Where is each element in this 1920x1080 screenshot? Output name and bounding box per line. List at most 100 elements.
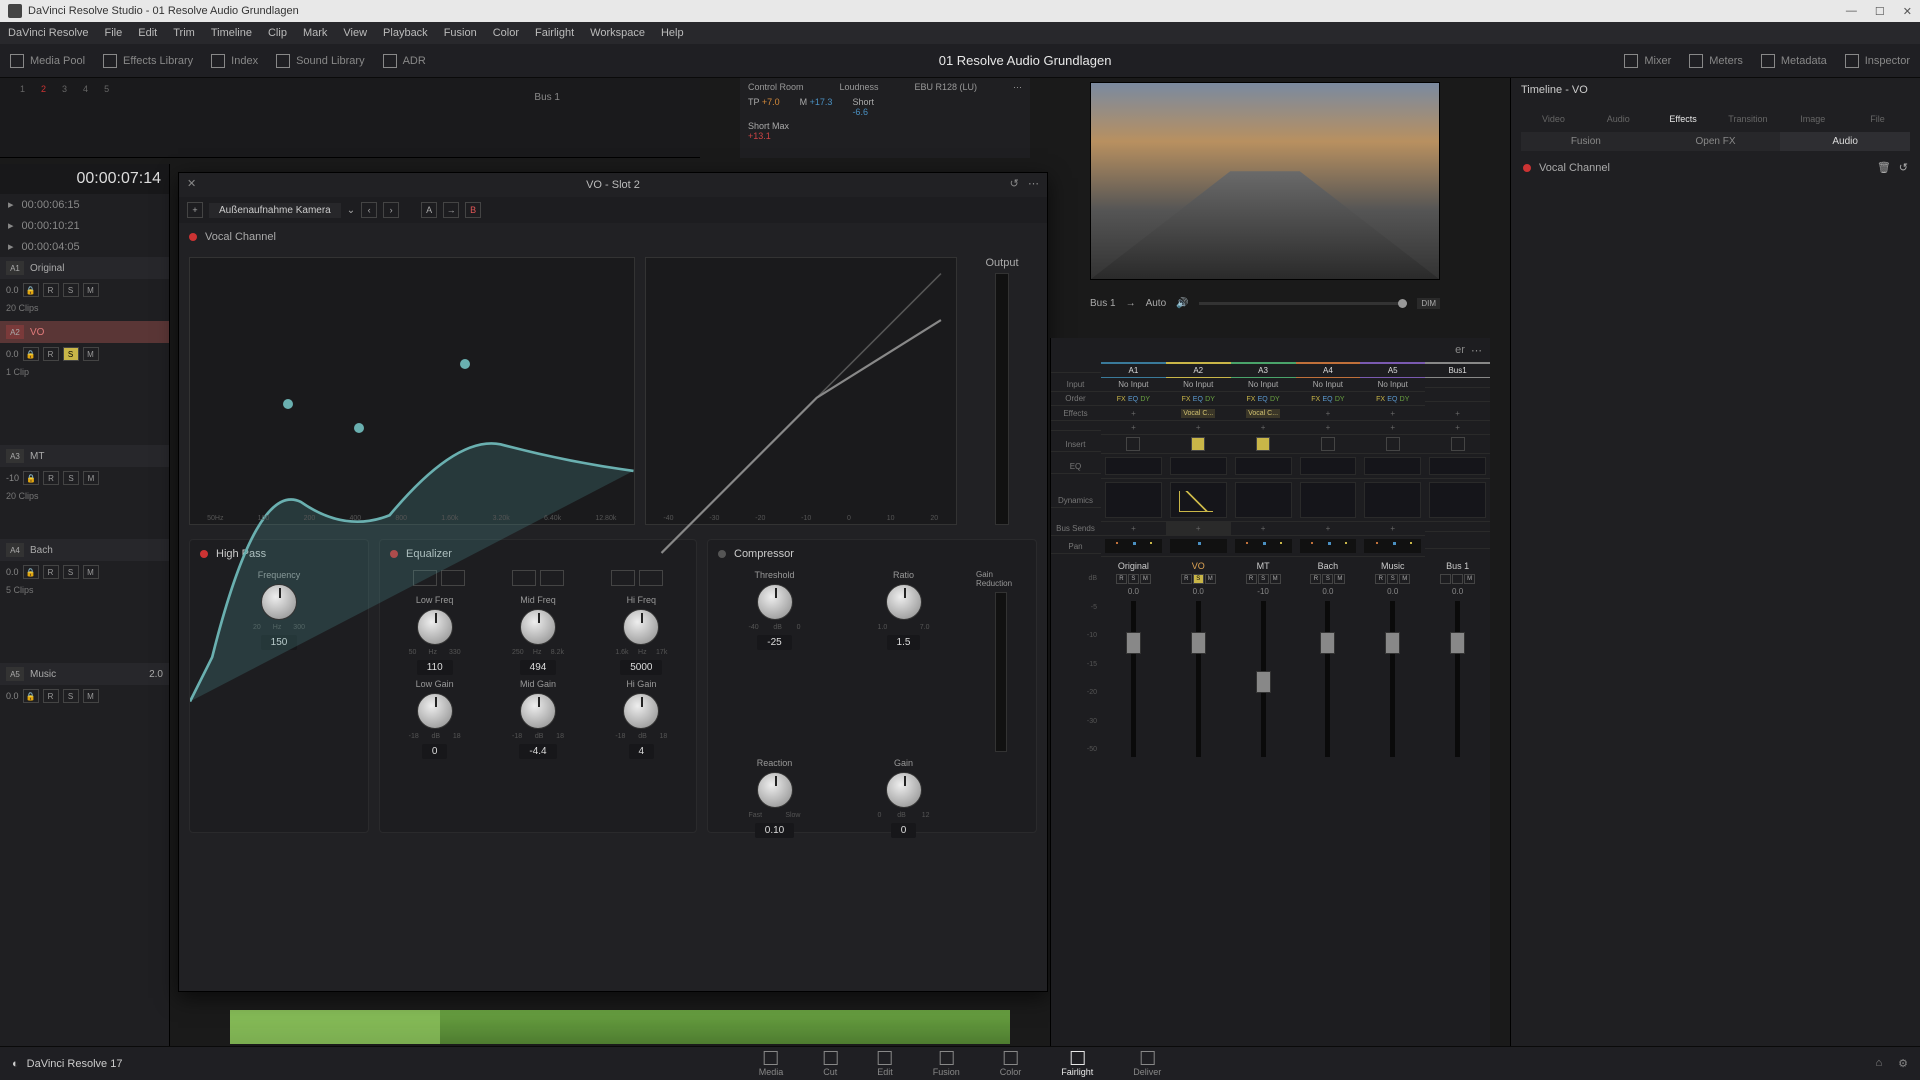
compressor-graph[interactable]: -40-30-20-1001020 bbox=[645, 257, 957, 525]
tab-audio[interactable]: Audio bbox=[1586, 106, 1651, 128]
menu-item[interactable]: Color bbox=[493, 27, 519, 39]
prev-preset-button[interactable]: ‹ bbox=[361, 202, 377, 218]
eq-low-freq-knob[interactable] bbox=[417, 609, 453, 645]
video-preview[interactable] bbox=[1090, 82, 1440, 280]
menu-item[interactable]: Mark bbox=[303, 27, 327, 39]
tab-image[interactable]: Image bbox=[1780, 106, 1845, 128]
compare-swap-button[interactable]: → bbox=[443, 202, 459, 218]
next-preset-button[interactable]: › bbox=[383, 202, 399, 218]
menu-item[interactable]: Workspace bbox=[590, 27, 645, 39]
plugin-entry[interactable]: Vocal Channel 🗑 ↺ bbox=[1511, 151, 1920, 184]
channel-a3[interactable]: A3 bbox=[1231, 362, 1296, 378]
media-pool-toggle[interactable]: Media Pool bbox=[10, 54, 85, 68]
more-icon[interactable]: ↺ ⋯ bbox=[1010, 177, 1039, 190]
minimize-button[interactable]: — bbox=[1846, 5, 1857, 18]
comp-gain-knob[interactable] bbox=[886, 772, 922, 808]
menu-item[interactable]: Timeline bbox=[211, 27, 252, 39]
fader[interactable] bbox=[1131, 601, 1136, 757]
meters-toggle[interactable]: Meters bbox=[1689, 54, 1743, 68]
sound-library-toggle[interactable]: Sound Library bbox=[276, 54, 365, 68]
more-icon[interactable]: ⋯ bbox=[1013, 82, 1022, 93]
track-a5-header[interactable]: A5Music2.0 bbox=[0, 663, 169, 685]
menu-item[interactable]: DaVinci Resolve bbox=[8, 27, 89, 39]
eq-graph[interactable]: 50Hz1002004008001.60k3.20k6.40k12.80k bbox=[189, 257, 635, 525]
effect-slot[interactable]: Vocal C... bbox=[1181, 409, 1215, 418]
lock-button[interactable]: 🔒 bbox=[23, 283, 39, 297]
preset-select[interactable]: Außenaufnahme Kamera bbox=[209, 203, 341, 218]
compare-b-button[interactable]: B bbox=[465, 202, 481, 218]
close-button[interactable]: ✕ bbox=[1903, 5, 1912, 18]
monitor-auto[interactable]: Auto bbox=[1146, 298, 1167, 309]
menu-item[interactable]: File bbox=[105, 27, 123, 39]
dim-button[interactable]: DIM bbox=[1417, 298, 1440, 309]
mute-button[interactable]: M bbox=[83, 283, 99, 297]
channel-a1[interactable]: A1 bbox=[1101, 362, 1166, 378]
dynamics-thumbnail[interactable] bbox=[1105, 482, 1162, 518]
arm-button[interactable]: R bbox=[43, 283, 59, 297]
comp-threshold-knob[interactable] bbox=[757, 584, 793, 620]
page-color[interactable]: Color bbox=[1000, 1051, 1022, 1077]
loudness-standard[interactable]: EBU R128 (LU) bbox=[914, 82, 977, 93]
tab-file[interactable]: File bbox=[1845, 106, 1910, 128]
menu-item[interactable]: Playback bbox=[383, 27, 428, 39]
page-deliver[interactable]: Deliver bbox=[1133, 1051, 1161, 1077]
eq-hi-gain-knob[interactable] bbox=[623, 693, 659, 729]
play-in-icon[interactable]: ▸ bbox=[8, 198, 14, 211]
chevron-down-icon[interactable]: ⌄ bbox=[347, 205, 355, 216]
subtab-openfx[interactable]: Open FX bbox=[1651, 132, 1781, 151]
tab-effects[interactable]: Effects bbox=[1651, 106, 1716, 128]
add-preset-button[interactable]: + bbox=[187, 202, 203, 218]
menu-item[interactable]: Trim bbox=[173, 27, 195, 39]
track-a3-header[interactable]: A3MT bbox=[0, 445, 169, 467]
metadata-toggle[interactable]: Metadata bbox=[1761, 54, 1827, 68]
home-icon[interactable]: ⌂ bbox=[1875, 1057, 1882, 1070]
track-a2-header[interactable]: A2VO bbox=[0, 321, 169, 343]
adr-toggle[interactable]: ADR bbox=[383, 54, 426, 68]
music-clip[interactable] bbox=[230, 1010, 1010, 1044]
maximize-button[interactable]: ☐ bbox=[1875, 5, 1885, 18]
insert-toggle[interactable] bbox=[1126, 437, 1140, 451]
page-edit[interactable]: Edit bbox=[877, 1051, 893, 1077]
volume-slider[interactable] bbox=[1199, 302, 1408, 305]
effects-library-toggle[interactable]: Effects Library bbox=[103, 54, 193, 68]
track-a4-header[interactable]: A4Bach bbox=[0, 539, 169, 561]
bypass-toggle[interactable] bbox=[189, 233, 197, 241]
comp-ratio-knob[interactable] bbox=[886, 584, 922, 620]
channel-bus1[interactable]: Bus1 bbox=[1425, 362, 1490, 378]
menu-item[interactable]: Edit bbox=[138, 27, 157, 39]
add-effect-button[interactable]: + bbox=[1101, 407, 1166, 421]
tab-transition[interactable]: Transition bbox=[1715, 106, 1780, 128]
menu-item[interactable]: Fusion bbox=[444, 27, 477, 39]
menu-item[interactable]: Help bbox=[661, 27, 684, 39]
pan-control[interactable] bbox=[1105, 539, 1162, 553]
inspector-toggle[interactable]: Inspector bbox=[1845, 54, 1910, 68]
reset-icon[interactable]: ↺ bbox=[1899, 161, 1908, 174]
channel-a2[interactable]: A2 bbox=[1166, 362, 1231, 378]
page-fusion[interactable]: Fusion bbox=[933, 1051, 960, 1077]
page-fairlight[interactable]: Fairlight bbox=[1061, 1051, 1093, 1077]
more-icon[interactable]: ⋯ bbox=[1471, 344, 1482, 357]
mixer-toggle[interactable]: Mixer bbox=[1624, 54, 1671, 68]
monitor-bus[interactable]: Bus 1 bbox=[1090, 298, 1116, 309]
speaker-icon[interactable]: 🔊 bbox=[1176, 298, 1188, 309]
enable-dot-icon[interactable] bbox=[1523, 164, 1531, 172]
eq-thumbnail[interactable] bbox=[1105, 457, 1162, 475]
timecode-display[interactable]: 00:00:07:14 bbox=[0, 164, 169, 194]
subtab-audio[interactable]: Audio bbox=[1780, 132, 1910, 151]
hp-frequency-knob[interactable] bbox=[261, 584, 297, 620]
eq-low-gain-knob[interactable] bbox=[417, 693, 453, 729]
compare-a-button[interactable]: A bbox=[421, 202, 437, 218]
solo-button-on[interactable]: S bbox=[63, 347, 79, 361]
channel-a5[interactable]: A5 bbox=[1360, 362, 1425, 378]
page-media[interactable]: Media bbox=[759, 1051, 784, 1077]
tab-video[interactable]: Video bbox=[1521, 106, 1586, 128]
eq-mid-freq-knob[interactable] bbox=[520, 609, 556, 645]
play-out-icon[interactable]: ▸ bbox=[8, 219, 14, 232]
menu-item[interactable]: Clip bbox=[268, 27, 287, 39]
input-select[interactable]: No Input bbox=[1101, 378, 1166, 392]
index-toggle[interactable]: Index bbox=[211, 54, 258, 68]
page-cut[interactable]: Cut bbox=[823, 1051, 837, 1077]
trash-icon[interactable]: 🗑 bbox=[1877, 161, 1891, 174]
subtab-fusion[interactable]: Fusion bbox=[1521, 132, 1651, 151]
close-icon[interactable]: ✕ bbox=[187, 177, 196, 190]
